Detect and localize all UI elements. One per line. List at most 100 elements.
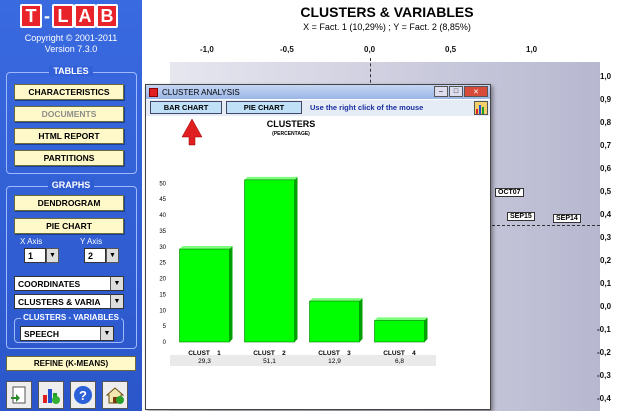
value-label: 51,1 [263, 358, 276, 365]
y-tick-label: 40 [159, 213, 166, 219]
y-tick-label: 15 [159, 292, 166, 298]
y-tick: 0,0 [600, 302, 612, 311]
chevron-down-icon[interactable]: ▼ [100, 327, 113, 340]
tlab-logo: T - L A B [20, 4, 120, 28]
bar-top [309, 298, 363, 302]
point-label: OCT07 [495, 188, 524, 197]
bar [179, 248, 230, 343]
y-tick: 0,4 [600, 210, 612, 219]
tables-title: TABLES [0, 66, 142, 76]
chevron-down-icon[interactable]: ▼ [46, 248, 59, 263]
x-tick: 1,0 [526, 45, 538, 54]
y-axis-value: 2 [88, 250, 94, 261]
close-icon[interactable]: ✕ [464, 86, 488, 97]
bar-top [374, 317, 428, 321]
y-tick: -0,4 [597, 394, 611, 403]
clusters-variables-value: SPEECH [24, 328, 59, 339]
x-axis-label: X Axis [20, 237, 43, 246]
view-select[interactable]: CLUSTERS & VARIA ▼ [14, 294, 124, 309]
logo-letter: A [74, 4, 96, 28]
y-tick-label: 20 [159, 277, 166, 283]
bar [244, 179, 295, 343]
y-axis-label: Y Axis [80, 237, 103, 246]
point-label: SEP14 [553, 214, 581, 223]
y-tick-label: 5 [163, 324, 167, 330]
bar-side [424, 317, 428, 342]
copyright-text: Copyright © 2001-2011 [24, 33, 118, 43]
svg-text:?: ? [79, 388, 87, 403]
y-tick: -0,2 [597, 348, 611, 357]
chart-icon[interactable] [38, 381, 64, 409]
graphs-title: GRAPHS [0, 180, 142, 190]
y-tick: 0,7 [600, 141, 612, 150]
window-toolbar: BAR CHART PIE CHART Use the right click … [146, 100, 490, 116]
y-tick: 0,6 [600, 164, 612, 173]
plot-title: CLUSTERS & VARIABLES [300, 4, 474, 20]
home-icon[interactable] [102, 381, 128, 409]
minimize-icon[interactable]: – [434, 86, 448, 97]
bar-top [179, 246, 233, 250]
clusters-variables-select[interactable]: SPEECH ▼ [20, 326, 114, 341]
refine-kmeans-button[interactable]: REFINE (K-MEANS) [6, 356, 136, 371]
chart-options-icon[interactable] [474, 101, 488, 115]
x-tick: 0,0 [364, 45, 376, 54]
chevron-down-icon[interactable]: ▼ [110, 277, 123, 290]
pointer-arrow-icon [181, 118, 203, 146]
logo-letter: - [44, 5, 50, 26]
app-icon [149, 87, 158, 97]
x-tick: 0,5 [445, 45, 457, 54]
chart-title: CLUSTERS [267, 119, 316, 129]
logo-letter: T [20, 4, 42, 28]
value-label: 12,9 [328, 358, 341, 365]
y-tick: 0,2 [600, 256, 612, 265]
y-axis-select[interactable]: 2 ▼ [84, 248, 119, 263]
y-tick: 0,1 [600, 279, 612, 288]
y-tick-label: 50 [159, 181, 166, 187]
coordinates-select[interactable]: COORDINATES ▼ [14, 276, 124, 291]
x-axis-value: 1 [28, 250, 34, 261]
y-tick-label: 45 [159, 197, 166, 203]
bar-side [359, 298, 363, 342]
help-icon[interactable]: ? [70, 381, 96, 409]
x-axis-select[interactable]: 1 ▼ [24, 248, 59, 263]
clusters-variables-title: CLUSTERS - VARIABLES [21, 313, 121, 322]
y-tick: -0,3 [597, 371, 611, 380]
dendrogram-button[interactable]: DENDROGRAM [14, 195, 124, 211]
value-label: 29,3 [198, 358, 211, 365]
bar-chart-button[interactable]: BAR CHART [150, 101, 222, 114]
documents-button[interactable]: DOCUMENTS [14, 106, 124, 122]
x-tick: -0,5 [280, 45, 294, 54]
chart-subtitle: (PERCENTAGE) [272, 131, 310, 137]
window-titlebar[interactable]: CLUSTER ANALYSIS – □ ✕ [146, 85, 490, 99]
x-zero-axis [492, 225, 600, 226]
y-tick: 0,9 [600, 95, 612, 104]
maximize-icon[interactable]: □ [449, 86, 463, 97]
logo-letter: B [96, 4, 118, 28]
partitions-button[interactable]: PARTITIONS [14, 150, 124, 166]
y-tick: 0,5 [600, 187, 612, 196]
right-click-hint: Use the right click of the mouse [310, 103, 424, 112]
bar-side [229, 246, 233, 342]
chevron-down-icon[interactable]: ▼ [110, 295, 123, 308]
html-report-button[interactable]: HTML REPORT [14, 128, 124, 144]
bar [309, 300, 360, 343]
export-icon[interactable] [6, 381, 32, 409]
pie-chart-sidebar-button[interactable]: PIE CHART [14, 218, 124, 234]
y-tick: 0,8 [600, 118, 612, 127]
view-value: CLUSTERS & VARIA [18, 296, 101, 307]
y-tick-label: 30 [159, 245, 166, 251]
value-label: 6,8 [395, 358, 404, 365]
characteristics-button[interactable]: CHARACTERISTICS [14, 84, 124, 100]
x-tick: -1,0 [200, 45, 214, 54]
bar [374, 320, 425, 343]
y-tick: -0,1 [597, 325, 611, 334]
y-tick-label: 25 [159, 261, 166, 267]
version-text: Version 7.3.0 [44, 44, 98, 54]
sidebar: T - L A B Copyright © 2001-2011 Version … [0, 0, 142, 411]
bar-top [244, 176, 298, 180]
pie-chart-button[interactable]: PIE CHART [226, 101, 302, 114]
window-title: CLUSTER ANALYSIS [162, 87, 240, 97]
bar-side [294, 176, 298, 342]
chevron-down-icon[interactable]: ▼ [106, 248, 119, 263]
coordinates-value: COORDINATES [18, 278, 81, 289]
